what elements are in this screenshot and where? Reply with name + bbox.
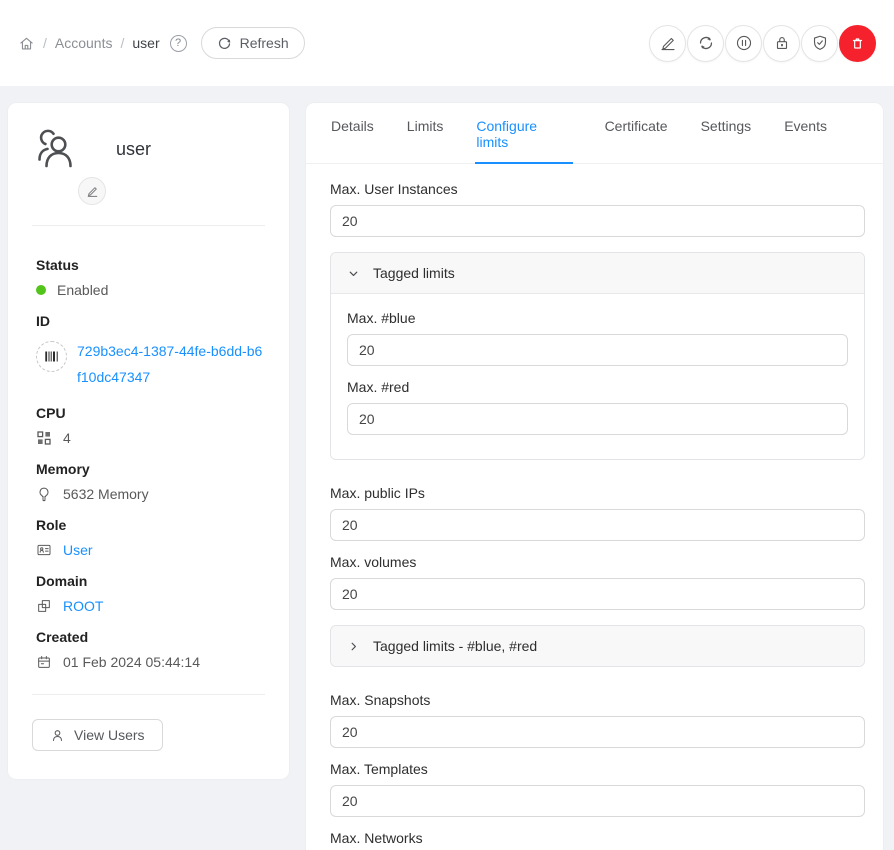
max-templates-input[interactable] (330, 785, 865, 817)
tab-certificate[interactable]: Certificate (604, 103, 669, 163)
field-max-red: Max. #red (347, 379, 848, 435)
domain-label: Domain (36, 573, 265, 589)
lock-button[interactable] (763, 25, 800, 62)
edit-icon (659, 34, 677, 52)
edit-button[interactable] (649, 25, 686, 62)
sync-icon (697, 34, 715, 52)
block-icon (36, 598, 52, 614)
divider (32, 225, 265, 226)
field-max-networks: Max. Networks (330, 830, 865, 850)
edit-name-button[interactable] (78, 177, 106, 205)
account-summary-card: user Status Enabled ID (8, 103, 289, 779)
tagged-limits-panel-body: Max. #blue Max. #red (331, 293, 864, 459)
account-name: user (116, 139, 151, 160)
account-details: Status Enabled ID 729b3ec4-1387-44fe-b6d… (8, 236, 289, 670)
tab-settings[interactable]: Settings (700, 103, 753, 163)
refresh-label: Refresh (240, 35, 289, 51)
tagged-limits-panel: Tagged limits Max. #blue Max. #red (330, 252, 865, 460)
created-value: 01 Feb 2024 05:44:14 (63, 654, 200, 670)
breadcrumb-separator: / (43, 35, 47, 51)
max-red-input[interactable] (347, 403, 848, 435)
tab-events[interactable]: Events (783, 103, 828, 163)
home-icon[interactable] (18, 35, 35, 52)
profile-block: user (8, 103, 289, 215)
breadcrumb-current: user (132, 35, 159, 51)
field-max-volumes: Max. volumes (330, 554, 865, 610)
max-snapshots-input[interactable] (330, 716, 865, 748)
field-max-templates: Max. Templates (330, 761, 865, 817)
delete-icon (849, 35, 866, 52)
user-icon (50, 728, 65, 743)
certificate-button[interactable] (801, 25, 838, 62)
field-max-snapshots: Max. Snapshots (330, 692, 865, 748)
status-value: Enabled (57, 282, 108, 298)
top-header: / Accounts / user ? Refresh (0, 0, 894, 86)
panel-title: Tagged limits (373, 265, 455, 281)
role-link[interactable]: User (63, 542, 93, 558)
tab-details[interactable]: Details (330, 103, 375, 163)
created-label: Created (36, 629, 265, 645)
role-label: Role (36, 517, 265, 533)
field-label: Max. public IPs (330, 485, 865, 501)
tagged-limits-panel-header[interactable]: Tagged limits (331, 253, 864, 293)
id-label: ID (36, 313, 265, 329)
max-public-ips-input[interactable] (330, 509, 865, 541)
idcard-icon (36, 542, 52, 558)
memory-label: Memory (36, 461, 265, 477)
refresh-account-button[interactable] (687, 25, 724, 62)
view-users-button[interactable]: View Users (32, 719, 163, 751)
divider (32, 694, 265, 695)
tagged-limits-collapsed-header[interactable]: Tagged limits - #blue, #red (331, 626, 864, 666)
main-area: user Status Enabled ID (0, 86, 894, 850)
account-id-link[interactable]: 729b3ec4-1387-44fe-b6dd-b6f10dc47347 (77, 338, 265, 390)
barcode-icon (36, 341, 67, 372)
status-label: Status (36, 257, 265, 273)
lock-icon (773, 34, 791, 52)
safety-certificate-icon (811, 34, 829, 52)
account-detail-card: Details Limits Configure limits Certific… (306, 103, 883, 850)
max-user-instances-input[interactable] (330, 205, 865, 237)
tab-bar: Details Limits Configure limits Certific… (306, 103, 883, 164)
field-max-public-ips: Max. public IPs (330, 485, 865, 541)
tab-limits[interactable]: Limits (406, 103, 445, 163)
domain-link[interactable]: ROOT (63, 598, 103, 614)
breadcrumb-accounts[interactable]: Accounts (55, 35, 113, 51)
pause-circle-icon (735, 34, 753, 52)
pencil-icon (86, 185, 99, 198)
team-icon (32, 125, 80, 173)
breadcrumb: / Accounts / user ? (18, 35, 187, 52)
refresh-button[interactable]: Refresh (201, 27, 305, 59)
memory-value: 5632 Memory (63, 486, 149, 502)
field-label: Max. #red (347, 379, 848, 395)
field-label: Max. User Instances (330, 181, 865, 197)
breadcrumb-separator: / (120, 35, 124, 51)
field-label: Max. Networks (330, 830, 865, 846)
max-volumes-input[interactable] (330, 578, 865, 610)
field-label: Max. Templates (330, 761, 865, 777)
view-users-label: View Users (74, 727, 145, 743)
field-max-user-instances: Max. User Instances (330, 181, 865, 237)
field-label: Max. volumes (330, 554, 865, 570)
cpu-label: CPU (36, 405, 265, 421)
tab-configure-limits[interactable]: Configure limits (475, 103, 572, 163)
chevron-right-icon (347, 640, 360, 653)
reload-icon (217, 36, 232, 51)
delete-account-button[interactable] (839, 25, 876, 62)
status-dot-icon (36, 285, 46, 295)
calendar-icon (36, 654, 52, 670)
action-toolbar (649, 25, 876, 62)
chevron-down-icon (347, 267, 360, 280)
disable-account-button[interactable] (725, 25, 762, 62)
max-blue-input[interactable] (347, 334, 848, 366)
cpu-value: 4 (63, 430, 71, 446)
field-label: Max. #blue (347, 310, 848, 326)
field-max-blue: Max. #blue (347, 310, 848, 366)
bulb-icon (36, 486, 52, 502)
appstore-icon (36, 430, 52, 446)
panel-title: Tagged limits - #blue, #red (373, 638, 537, 654)
tagged-limits-collapsed-panel: Tagged limits - #blue, #red (330, 625, 865, 667)
question-circle-icon[interactable]: ? (170, 35, 187, 52)
configure-limits-form: Max. User Instances Tagged limits Max. #… (306, 164, 883, 850)
field-label: Max. Snapshots (330, 692, 865, 708)
